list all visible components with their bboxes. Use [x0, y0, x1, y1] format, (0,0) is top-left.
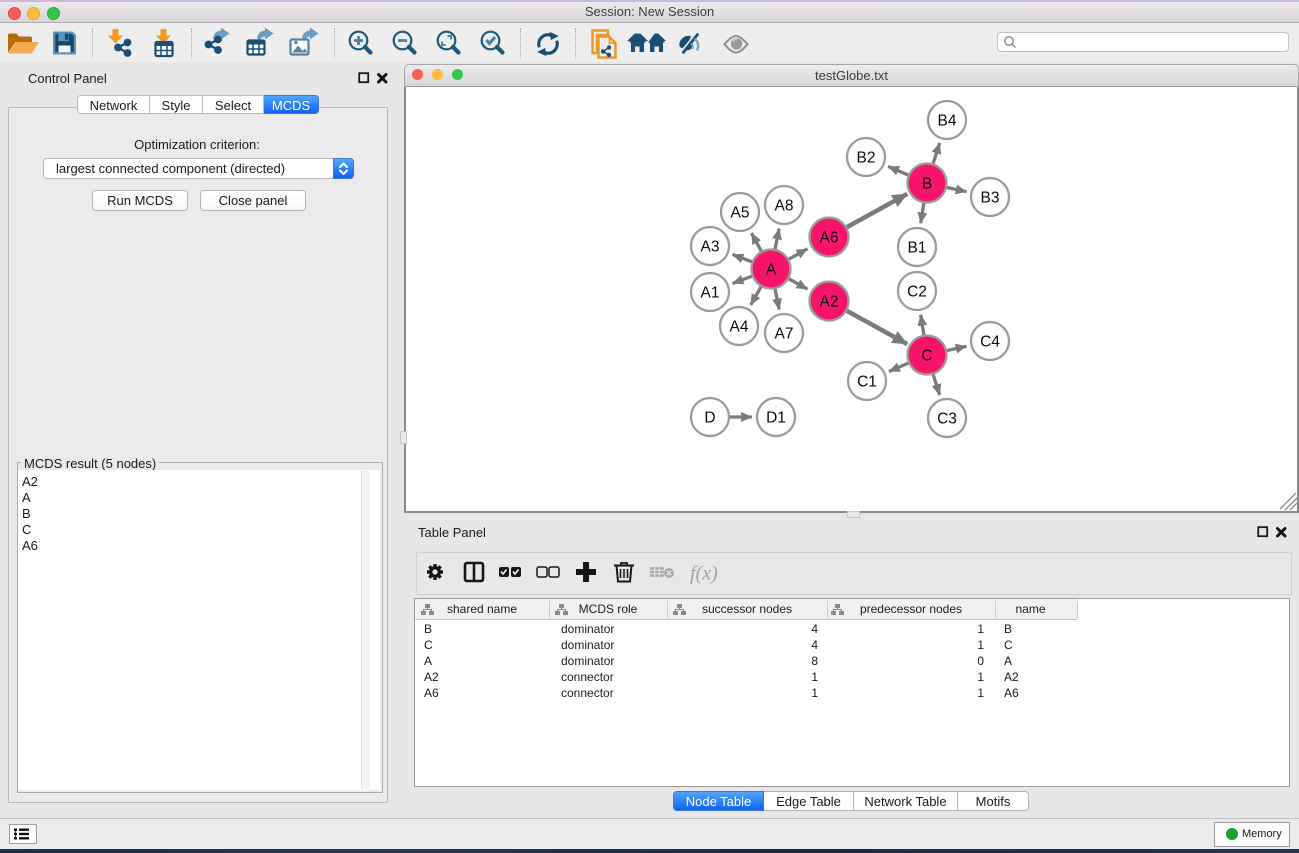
svg-text:B1: B1 [908, 240, 927, 257]
svg-text:A7: A7 [775, 326, 794, 343]
svg-text:C: C [921, 348, 932, 365]
svg-text:C2: C2 [907, 284, 927, 301]
svg-text:A1: A1 [701, 285, 720, 302]
svg-text:B: B [922, 176, 932, 193]
svg-text:A4: A4 [730, 319, 749, 336]
svg-text:A6: A6 [820, 230, 839, 247]
svg-text:A2: A2 [820, 294, 839, 311]
svg-text:C4: C4 [980, 334, 1000, 351]
svg-text:A8: A8 [775, 198, 794, 215]
svg-text:A5: A5 [731, 205, 750, 222]
svg-text:B3: B3 [981, 190, 1000, 207]
svg-text:C3: C3 [937, 411, 957, 428]
svg-text:A3: A3 [701, 239, 720, 256]
svg-text:A: A [766, 262, 777, 279]
svg-text:D1: D1 [766, 410, 786, 427]
svg-text:C1: C1 [857, 374, 877, 391]
svg-text:B2: B2 [857, 150, 876, 167]
svg-text:D: D [704, 410, 715, 427]
svg-text:B4: B4 [938, 113, 957, 130]
svg-text:f(x): f(x) [690, 563, 718, 585]
